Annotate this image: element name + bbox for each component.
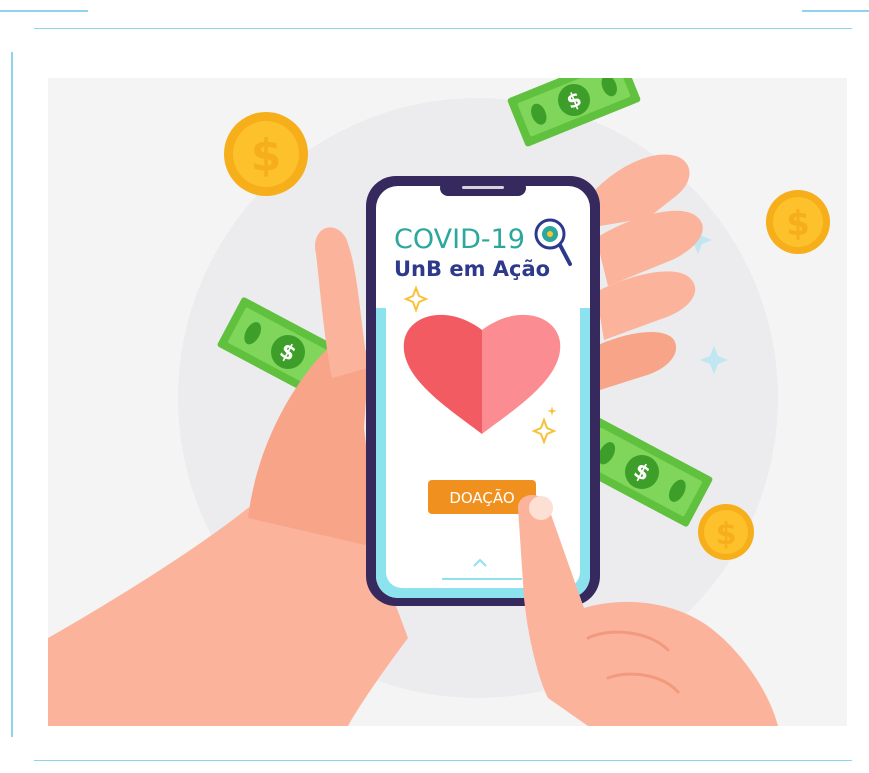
logo-covid-text: COVID-19 (394, 224, 525, 255)
logo-unb-text: UnB em Ação (394, 257, 550, 281)
header-divider (34, 28, 852, 29)
frame-left-border (11, 52, 13, 737)
top-rule-right (802, 10, 869, 12)
coin-icon: $ (224, 112, 308, 196)
svg-text:$: $ (786, 204, 810, 244)
footer-divider (34, 760, 852, 761)
donate-button-label: DOAÇÃO (449, 488, 514, 507)
svg-text:$: $ (251, 130, 282, 181)
top-rule-left (0, 10, 88, 12)
coin-icon: $ (698, 504, 754, 560)
home-indicator (442, 578, 522, 580)
svg-text:$: $ (716, 517, 737, 552)
coin-icon: $ (766, 190, 830, 254)
donation-illustration: $ $ $ $ $ $ COVID-19 UnB em Ação DOAÇÃO (48, 78, 847, 726)
